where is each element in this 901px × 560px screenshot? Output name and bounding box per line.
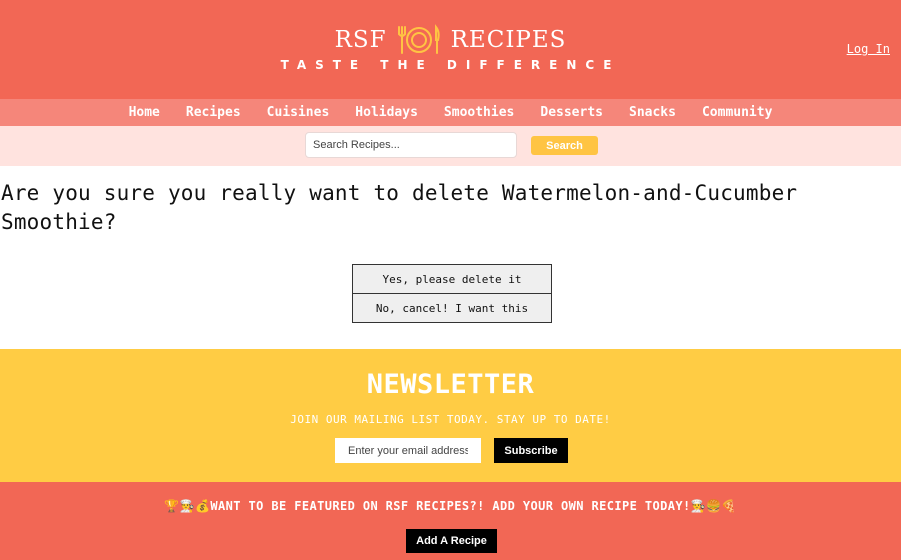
nav-item-home[interactable]: Home [129,105,160,120]
logo-text-right: RECIPES [450,27,567,53]
site-tagline: TASTE THE DIFFERENCE [280,58,621,72]
search-bar: Search [0,126,901,166]
site-logo[interactable]: RSF RECIPES [0,24,901,56]
newsletter-section: NEWSLETTER JOIN OUR MAILING LIST TODAY. … [0,349,901,482]
search-input[interactable] [305,132,517,158]
site-header: RSF RECIPES TASTE THE DIFFERENCE Log In [0,0,901,99]
fork-plate-knife-icon [397,24,440,54]
newsletter-subtitle: JOIN OUR MAILING LIST TODAY. STAY UP TO … [290,413,611,426]
delete-confirmation-question: Are you sure you really want to delete W… [1,181,798,234]
nav-item-cuisines[interactable]: Cuisines [267,105,330,120]
nav-item-recipes[interactable]: Recipes [186,105,241,120]
nav-item-smoothies[interactable]: Smoothies [444,105,514,120]
add-recipe-button[interactable]: Add A Recipe [406,529,497,553]
subscribe-button[interactable]: Subscribe [494,438,568,463]
email-field[interactable] [335,438,481,463]
newsletter-title: NEWSLETTER [366,369,535,400]
site-footer: 🏆👨‍🍳💰WANT TO BE FEATURED ON RSF RECIPES?… [0,482,901,560]
main-nav: Home Recipes Cuisines Holidays Smoothies… [0,99,901,126]
confirm-delete-button[interactable]: Yes, please delete it [352,264,552,294]
logo-text-left: RSF [334,27,387,53]
login-link[interactable]: Log In [847,42,890,56]
cancel-delete-button[interactable]: No, cancel! I want this [352,293,552,323]
feature-callout: 🏆👨‍🍳💰WANT TO BE FEATURED ON RSF RECIPES?… [164,499,737,513]
nav-item-desserts[interactable]: Desserts [540,105,603,120]
nav-item-holidays[interactable]: Holidays [355,105,418,120]
search-button[interactable]: Search [531,136,598,155]
nav-item-snacks[interactable]: Snacks [629,105,676,120]
nav-item-community[interactable]: Community [702,105,772,120]
